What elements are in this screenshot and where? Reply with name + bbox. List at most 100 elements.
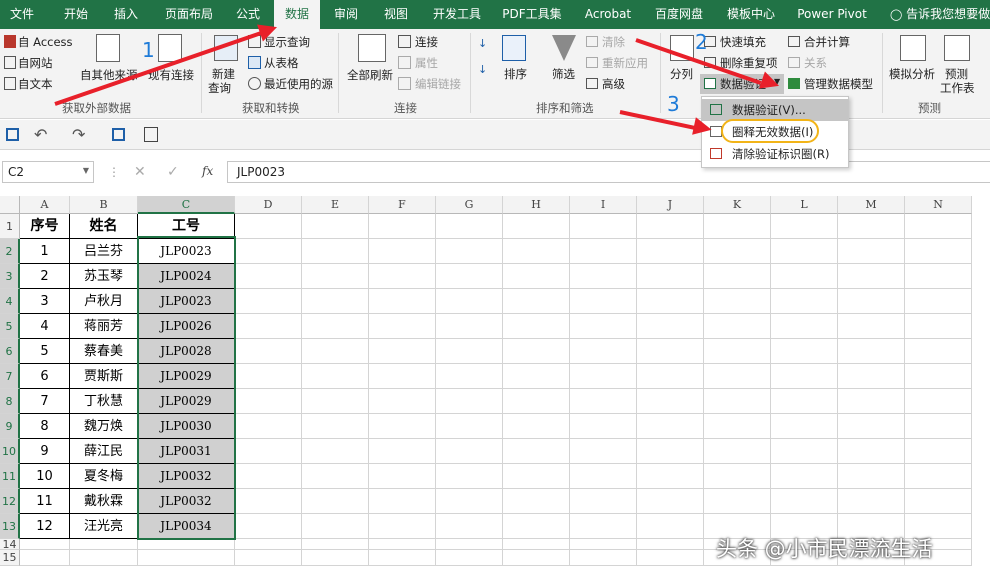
sort-descending-icon[interactable]: ↓ (478, 63, 487, 76)
cell-l9[interactable] (771, 414, 838, 439)
cell-d12[interactable] (235, 489, 302, 514)
cell-n10[interactable] (905, 439, 972, 464)
row-header-5[interactable]: 5 (0, 314, 20, 339)
cell-n1[interactable] (905, 214, 972, 239)
cell-e5[interactable] (302, 314, 369, 339)
cell-i13[interactable] (570, 514, 637, 539)
cell-f11[interactable] (369, 464, 436, 489)
cell-f3[interactable] (369, 264, 436, 289)
cell-a5[interactable]: 4 (20, 314, 70, 339)
row-header-3[interactable]: 3 (0, 264, 20, 289)
cell-d8[interactable] (235, 389, 302, 414)
column-header-d[interactable]: D (235, 196, 302, 214)
cell-c5[interactable]: JLP0026 (138, 314, 235, 339)
tell-me-search[interactable]: ◯ 告诉我您想要做什 (890, 0, 990, 29)
cell-f1[interactable] (369, 214, 436, 239)
cell-b7[interactable]: 贾斯斯 (70, 364, 138, 389)
cell-g5[interactable] (436, 314, 503, 339)
cell-d13[interactable] (235, 514, 302, 539)
sort-button[interactable]: 排序 (504, 66, 527, 82)
cell-d1[interactable] (235, 214, 302, 239)
cell-d11[interactable] (235, 464, 302, 489)
row-header-7[interactable]: 7 (0, 364, 20, 389)
cell-k5[interactable] (704, 314, 771, 339)
cell-g8[interactable] (436, 389, 503, 414)
cell-e14[interactable] (302, 539, 369, 550)
cell-l8[interactable] (771, 389, 838, 414)
cell-a3[interactable]: 2 (20, 264, 70, 289)
consolidate-button[interactable]: 合并计算 (804, 34, 850, 50)
cancel-icon[interactable]: ✕ (134, 164, 146, 180)
cell-b10[interactable]: 薛江民 (70, 439, 138, 464)
cell-k6[interactable] (704, 339, 771, 364)
cell-a1[interactable]: 序号 (20, 214, 70, 239)
cell-h7[interactable] (503, 364, 570, 389)
cell-n7[interactable] (905, 364, 972, 389)
cell-n11[interactable] (905, 464, 972, 489)
edit-links-button[interactable]: 编辑链接 (415, 76, 461, 92)
tab-template-center[interactable]: 模板中心 (720, 0, 782, 29)
cell-g4[interactable] (436, 289, 503, 314)
what-if-analysis-button[interactable]: 模拟分析 (889, 66, 935, 82)
cell-g12[interactable] (436, 489, 503, 514)
column-header-n[interactable]: N (905, 196, 972, 214)
cell-j4[interactable] (637, 289, 704, 314)
cell-f4[interactable] (369, 289, 436, 314)
row-header-1[interactable]: 1 (0, 214, 20, 239)
cell-j9[interactable] (637, 414, 704, 439)
cell-c1[interactable]: 工号 (138, 214, 235, 239)
recent-sources-button[interactable]: 最近使用的源 (264, 76, 333, 92)
filter-button[interactable]: 筛选 (552, 66, 575, 82)
cell-l6[interactable] (771, 339, 838, 364)
cell-e10[interactable] (302, 439, 369, 464)
cell-e12[interactable] (302, 489, 369, 514)
row-header-2[interactable]: 2 (0, 239, 20, 264)
cell-n12[interactable] (905, 489, 972, 514)
cell-m12[interactable] (838, 489, 905, 514)
row-header-12[interactable]: 12 (0, 489, 20, 514)
cell-j3[interactable] (637, 264, 704, 289)
cell-c9[interactable]: JLP0030 (138, 414, 235, 439)
cell-h11[interactable] (503, 464, 570, 489)
cell-c12[interactable]: JLP0032 (138, 489, 235, 514)
cell-f2[interactable] (369, 239, 436, 264)
cell-d4[interactable] (235, 289, 302, 314)
cell-d7[interactable] (235, 364, 302, 389)
cell-e4[interactable] (302, 289, 369, 314)
cell-a8[interactable]: 7 (20, 389, 70, 414)
cell-b15[interactable] (70, 550, 138, 566)
refresh-all-button[interactable]: 全部刷新 (347, 67, 393, 83)
from-web-button[interactable]: 自网站 (18, 55, 53, 71)
cell-i3[interactable] (570, 264, 637, 289)
cell-g13[interactable] (436, 514, 503, 539)
row-header-13[interactable]: 13 (0, 514, 20, 539)
cell-d3[interactable] (235, 264, 302, 289)
cell-f9[interactable] (369, 414, 436, 439)
cell-h13[interactable] (503, 514, 570, 539)
cell-b11[interactable]: 夏冬梅 (70, 464, 138, 489)
cell-e7[interactable] (302, 364, 369, 389)
relationships-button[interactable]: 关系 (804, 55, 827, 71)
cell-a14[interactable] (20, 539, 70, 550)
cell-b2[interactable]: 吕兰芬 (70, 239, 138, 264)
cell-k3[interactable] (704, 264, 771, 289)
cell-a11[interactable]: 10 (20, 464, 70, 489)
cell-j10[interactable] (637, 439, 704, 464)
cell-j15[interactable] (637, 550, 704, 566)
cell-h14[interactable] (503, 539, 570, 550)
cell-i6[interactable] (570, 339, 637, 364)
cell-i9[interactable] (570, 414, 637, 439)
cell-c10[interactable]: JLP0031 (138, 439, 235, 464)
cell-d15[interactable] (235, 550, 302, 566)
cell-a2[interactable]: 1 (20, 239, 70, 264)
cell-l11[interactable] (771, 464, 838, 489)
cell-h6[interactable] (503, 339, 570, 364)
cell-k7[interactable] (704, 364, 771, 389)
cell-n9[interactable] (905, 414, 972, 439)
cell-j2[interactable] (637, 239, 704, 264)
undo-icon[interactable]: ↶ (34, 125, 47, 144)
cell-e6[interactable] (302, 339, 369, 364)
cell-c7[interactable]: JLP0029 (138, 364, 235, 389)
cell-a13[interactable]: 12 (20, 514, 70, 539)
cell-c14[interactable] (138, 539, 235, 550)
